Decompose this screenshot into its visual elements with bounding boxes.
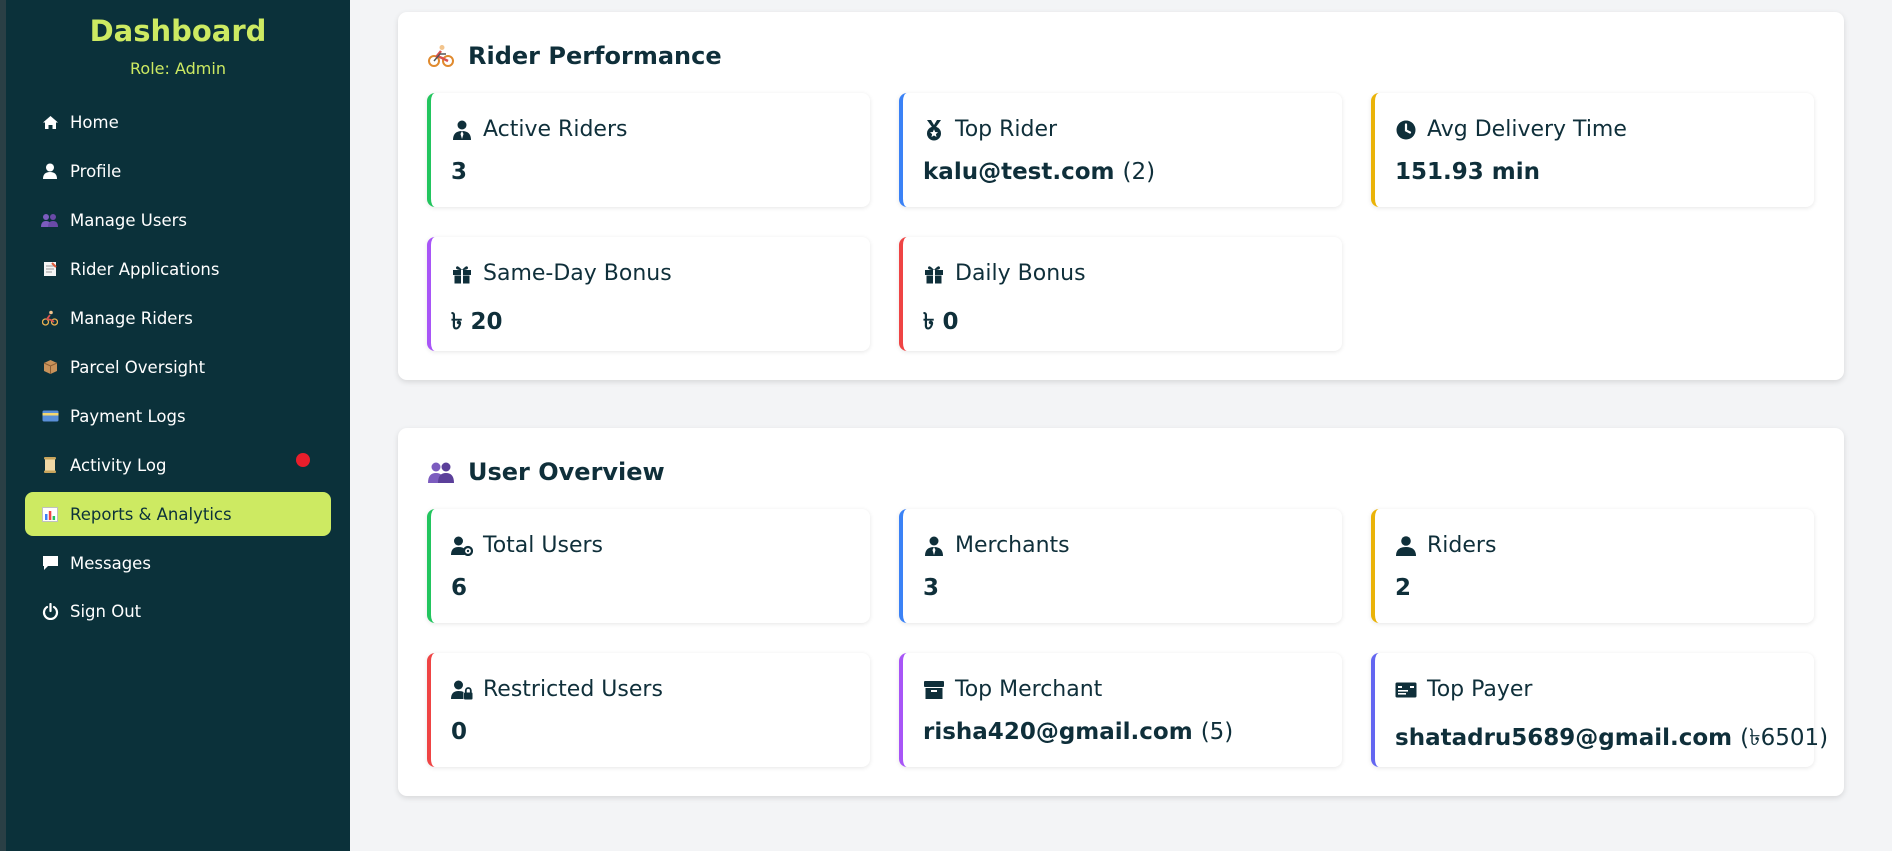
sidebar: Dashboard Role: Admin Home Profile Manag…: [0, 0, 350, 851]
sidebar-item-label: Activity Log: [70, 455, 167, 475]
home-icon: [40, 115, 60, 130]
stat-card-top-merchant: Top Merchant risha420@gmail.com (5): [899, 653, 1342, 767]
sidebar-item-label: Manage Riders: [70, 308, 193, 328]
card-label: Same-Day Bonus: [483, 261, 672, 286]
stat-card-same-day-bonus: Same-Day Bonus ৳ 20: [427, 237, 870, 351]
sidebar-item-manage-riders[interactable]: Manage Riders: [25, 296, 331, 340]
card-value: 0: [451, 719, 468, 745]
stat-card-merchants: Merchants 3: [899, 509, 1342, 623]
sidebar-item-activity-log[interactable]: Activity Log: [25, 443, 331, 487]
card-label: Top Payer: [1427, 677, 1533, 702]
card-label: Restricted Users: [483, 677, 663, 702]
stat-card-top-payer: Top Payer shatadru5689@gmail.com (৳6501): [1371, 653, 1828, 767]
sidebar-item-label: Payment Logs: [70, 406, 186, 426]
sidebar-item-label: Home: [70, 112, 119, 132]
card-label: Avg Delivery Time: [1427, 117, 1627, 142]
user-tie-icon: [451, 120, 473, 140]
user-overview-panel: User Overview Total Users 6 Merchants 3: [398, 428, 1844, 796]
sidebar-item-home[interactable]: Home: [25, 100, 331, 144]
users-emoji-icon: [40, 213, 60, 227]
section-title-text: Rider Performance: [468, 42, 722, 70]
section-title: User Overview: [428, 458, 665, 486]
card-label: Top Rider: [955, 117, 1058, 142]
sidebar-title: Dashboard: [89, 14, 267, 48]
sidebar-item-reports-analytics[interactable]: Reports & Analytics: [25, 492, 331, 536]
stat-card-restricted-users: Restricted Users 0: [427, 653, 870, 767]
card-value: kalu@test.com (2): [923, 159, 1155, 185]
bar-chart-icon: [40, 506, 60, 522]
user-tie-icon: [923, 536, 945, 556]
role-label: Role: Admin: [130, 59, 226, 78]
medal-icon: [923, 119, 945, 141]
sidebar-item-manage-users[interactable]: Manage Users: [25, 198, 331, 242]
rider-performance-panel: Rider Performance Active Riders 3 Top Ri…: [398, 12, 1844, 380]
main-content: Rider Performance Active Riders 3 Top Ri…: [350, 0, 1892, 851]
stat-card-top-rider: Top Rider kalu@test.com (2): [899, 93, 1342, 207]
memo-icon: [40, 261, 60, 277]
sidebar-item-sign-out[interactable]: Sign Out: [25, 589, 331, 633]
stat-card-total-users: Total Users 6: [427, 509, 870, 623]
card-value: ৳ 0: [923, 309, 959, 335]
sidebar-item-label: Reports & Analytics: [70, 504, 232, 524]
top-merchant-count: (5): [1200, 719, 1234, 745]
sidebar-item-label: Sign Out: [70, 601, 142, 621]
gift-icon: [923, 264, 945, 284]
gift-icon: [451, 264, 473, 284]
card-value: 151.93 min: [1395, 159, 1540, 185]
card-label: Top Merchant: [955, 677, 1103, 702]
sidebar-item-payment-logs[interactable]: Payment Logs: [25, 394, 331, 438]
card-value: ৳ 20: [451, 309, 503, 335]
sidebar-item-profile[interactable]: Profile: [25, 149, 331, 193]
card-label: Total Users: [483, 533, 603, 558]
sidebar-item-parcel-oversight[interactable]: Parcel Oversight: [25, 345, 331, 389]
power-icon: [40, 602, 60, 620]
clock-icon: [1395, 120, 1417, 140]
top-payer-email: shatadru5689@gmail.com: [1395, 725, 1733, 751]
notification-dot: [296, 453, 310, 467]
section-title-text: User Overview: [468, 458, 665, 486]
card-value: 6: [451, 575, 468, 601]
credit-card-icon: [40, 410, 60, 422]
card-value: 2: [1395, 575, 1412, 601]
scroll-icon: [40, 457, 60, 473]
top-payer-amount: (৳6501): [1740, 725, 1829, 751]
user-icon: [1395, 535, 1417, 556]
card-value: shatadru5689@gmail.com (৳6501): [1395, 719, 1828, 758]
bicycle-icon: [428, 44, 454, 68]
card-value: risha420@gmail.com (5): [923, 719, 1233, 745]
sidebar-item-messages[interactable]: Messages: [25, 541, 331, 585]
cyclist-icon: [40, 310, 60, 326]
stat-card-active-riders: Active Riders 3: [427, 93, 870, 207]
section-title: Rider Performance: [428, 42, 722, 70]
money-check-icon: [1395, 682, 1417, 698]
sidebar-item-label: Rider Applications: [70, 259, 220, 279]
top-rider-email: kalu@test.com: [923, 159, 1115, 185]
card-label: Daily Bonus: [955, 261, 1086, 286]
card-label: Merchants: [955, 533, 1070, 558]
stat-card-daily-bonus: Daily Bonus ৳ 0: [899, 237, 1342, 351]
card-label: Riders: [1427, 533, 1497, 558]
top-merchant-email: risha420@gmail.com: [923, 719, 1193, 745]
sidebar-item-label: Messages: [70, 553, 151, 573]
user-icon: [40, 163, 60, 179]
stat-card-avg-delivery-time: Avg Delivery Time 151.93 min: [1371, 93, 1814, 207]
card-label: Active Riders: [483, 117, 628, 142]
sidebar-item-label: Manage Users: [70, 210, 187, 230]
users-icon: [428, 461, 454, 483]
user-gear-icon: [451, 536, 473, 556]
top-rider-count: (2): [1122, 159, 1156, 185]
card-value: 3: [451, 159, 468, 185]
user-lock-icon: [451, 680, 473, 700]
message-icon: [40, 555, 60, 571]
card-value: 3: [923, 575, 940, 601]
sidebar-item-label: Parcel Oversight: [70, 357, 206, 377]
box-icon: [923, 680, 945, 700]
package-icon: [40, 359, 60, 375]
sidebar-item-rider-applications[interactable]: Rider Applications: [25, 247, 331, 291]
stat-card-riders: Riders 2: [1371, 509, 1814, 623]
sidebar-item-label: Profile: [70, 161, 122, 181]
